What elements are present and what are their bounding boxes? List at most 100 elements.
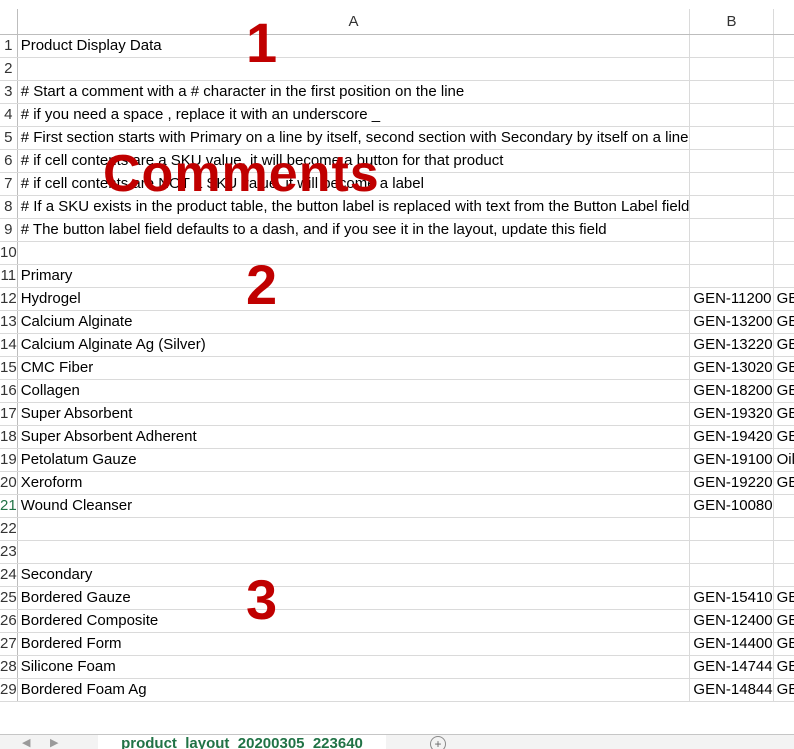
cell-b[interactable] <box>689 149 774 173</box>
cell-a[interactable]: Secondary <box>17 563 691 587</box>
cell-c[interactable]: GEN-13420 <box>773 333 794 357</box>
cell-b[interactable]: GEN-14844 <box>689 678 774 702</box>
cell-b[interactable]: GEN-13200 <box>689 310 774 334</box>
cell-c[interactable]: GEN-12600 <box>773 609 794 633</box>
cell-c[interactable]: GEN-18400 <box>773 379 794 403</box>
column-header-a[interactable]: A <box>17 9 691 35</box>
cell-b[interactable]: GEN-11200 <box>689 287 774 311</box>
plus-circle-icon[interactable]: + <box>430 736 446 749</box>
cell-a[interactable]: CMC Fiber <box>17 356 691 380</box>
cell-b[interactable] <box>689 172 774 196</box>
column-header-c[interactable]: C <box>773 9 794 35</box>
cell-c[interactable]: GEN-19200 <box>773 471 794 495</box>
row-header[interactable]: 18 <box>0 425 18 449</box>
row-header[interactable]: 10 <box>0 241 18 265</box>
cell-a[interactable]: Calcium Alginate <box>17 310 691 334</box>
row-header[interactable]: 6 <box>0 149 18 173</box>
row-header[interactable]: 27 <box>0 632 18 656</box>
row-header[interactable]: 28 <box>0 655 18 679</box>
row-header[interactable]: 5 <box>0 126 18 150</box>
cell-b[interactable] <box>689 34 774 58</box>
cell-b[interactable]: GEN-19420 <box>689 425 774 449</box>
cell-b[interactable] <box>689 195 774 219</box>
cell-a[interactable] <box>17 57 691 81</box>
cell-c[interactable] <box>773 241 794 265</box>
row-header[interactable]: 2 <box>0 57 18 81</box>
cell-b[interactable]: GEN-15410 <box>689 586 774 610</box>
row-header[interactable]: 11 <box>0 264 18 288</box>
column-header-b[interactable]: B <box>689 9 774 35</box>
cell-a[interactable]: Hydrogel <box>17 287 691 311</box>
cell-c[interactable] <box>773 218 794 242</box>
cell-c[interactable]: GEN-14600 <box>773 632 794 656</box>
cell-b[interactable] <box>689 103 774 127</box>
row-header[interactable]: 13 <box>0 310 18 334</box>
cell-b[interactable] <box>689 264 774 288</box>
cell-c[interactable] <box>773 172 794 196</box>
cell-b[interactable]: GEN-13020 <box>689 356 774 380</box>
row-header[interactable]: 17 <box>0 402 18 426</box>
cell-b[interactable]: GEN-14744 <box>689 655 774 679</box>
cell-a[interactable]: Xeroform <box>17 471 691 495</box>
cell-a[interactable]: # if you need a space , replace it with … <box>17 103 691 127</box>
row-header[interactable]: 22 <box>0 517 18 541</box>
row-header[interactable]: 23 <box>0 540 18 564</box>
scroll-left-icon[interactable]: ◀ <box>22 736 30 749</box>
cell-c[interactable] <box>773 34 794 58</box>
cell-b[interactable]: GEN-19220 <box>689 471 774 495</box>
cell-c[interactable]: GEN-11400 <box>773 287 794 311</box>
cell-c[interactable]: GEN-14866 <box>773 678 794 702</box>
cell-c[interactable] <box>773 494 794 518</box>
cell-c[interactable] <box>773 517 794 541</box>
cell-b[interactable] <box>689 126 774 150</box>
cell-b[interactable]: GEN-14400 <box>689 632 774 656</box>
row-header[interactable]: 12 <box>0 287 18 311</box>
cell-a[interactable]: # Start a comment with a # character in … <box>17 80 691 104</box>
row-header[interactable]: 25 <box>0 586 18 610</box>
cell-b[interactable]: GEN-19320 <box>689 402 774 426</box>
cell-b[interactable] <box>689 57 774 81</box>
cell-b[interactable] <box>689 218 774 242</box>
cell-a[interactable]: Product Display Data <box>17 34 691 58</box>
cell-c[interactable] <box>773 149 794 173</box>
sheet-tab-active[interactable]: product_layout_20200305_223640 <box>98 735 386 749</box>
cell-a[interactable]: Bordered Form <box>17 632 691 656</box>
cell-c[interactable] <box>773 540 794 564</box>
cell-b[interactable] <box>689 80 774 104</box>
cell-c[interactable]: GEN-19450 <box>773 425 794 449</box>
row-header[interactable]: 19 <box>0 448 18 472</box>
cell-a[interactable]: Collagen <box>17 379 691 403</box>
cell-a[interactable]: Petolatum Gauze <box>17 448 691 472</box>
cell-c[interactable] <box>773 563 794 587</box>
row-header[interactable]: 16 <box>0 379 18 403</box>
cell-a[interactable]: Bordered Composite <box>17 609 691 633</box>
cell-c[interactable]: GEN-13040 <box>773 356 794 380</box>
row-header[interactable]: 9 <box>0 218 18 242</box>
cell-c[interactable] <box>773 126 794 150</box>
cell-b[interactable]: GEN-19100 <box>689 448 774 472</box>
cell-c[interactable] <box>773 195 794 219</box>
cell-b[interactable]: GEN-18200 <box>689 379 774 403</box>
row-header[interactable]: 7 <box>0 172 18 196</box>
cell-a[interactable]: Silicone Foam <box>17 655 691 679</box>
row-header[interactable]: 29 <box>0 678 18 702</box>
cell-a[interactable] <box>17 540 691 564</box>
cell-a[interactable]: Primary <box>17 264 691 288</box>
cell-a[interactable] <box>17 517 691 541</box>
cell-c[interactable]: GEN-13500 <box>773 310 794 334</box>
select-all-corner[interactable] <box>0 9 18 35</box>
cell-b[interactable]: GEN-13220 <box>689 333 774 357</box>
row-header[interactable]: 3 <box>0 80 18 104</box>
row-header[interactable]: 26 <box>0 609 18 633</box>
cell-b[interactable] <box>689 517 774 541</box>
cell-a[interactable]: Wound Cleanser <box>17 494 691 518</box>
cell-c[interactable] <box>773 264 794 288</box>
cell-c[interactable] <box>773 80 794 104</box>
cell-b[interactable] <box>689 540 774 564</box>
cell-a[interactable]: Calcium Alginate Ag (Silver) <box>17 333 691 357</box>
row-header[interactable]: 4 <box>0 103 18 127</box>
row-header[interactable]: 20 <box>0 471 18 495</box>
cell-c[interactable]: GEN-19340 <box>773 402 794 426</box>
cell-a[interactable] <box>17 241 691 265</box>
cell-a[interactable]: Super Absorbent <box>17 402 691 426</box>
